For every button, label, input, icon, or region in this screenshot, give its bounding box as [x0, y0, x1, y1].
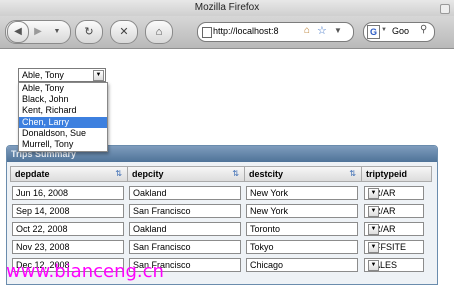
employee-select[interactable]: Able, Tony ▼	[18, 68, 106, 82]
cell-value: Oct 22, 2008	[16, 224, 68, 234]
dropdown-option[interactable]: Murrell, Tony	[19, 139, 107, 150]
stop-button[interactable]: ✕	[110, 20, 138, 44]
toolbar-toggle-button[interactable]	[440, 4, 450, 14]
trips-grid: depdate ⇅ depcity ⇅ destcity ⇅ triptypei…	[10, 166, 432, 272]
url-text[interactable]: http://localhost:8	[213, 26, 303, 36]
depcity-field[interactable]: Oakland	[129, 186, 241, 200]
triptype-select[interactable]: PR/AR ▼	[364, 222, 424, 236]
destcity-field[interactable]: New York	[246, 204, 358, 218]
select-arrow-icon[interactable]: ▼	[368, 260, 379, 271]
select-arrow-icon[interactable]: ▼	[368, 206, 379, 217]
cell-value: Toronto	[250, 224, 281, 234]
grid-header: depdate ⇅ depcity ⇅ destcity ⇅ triptypei…	[10, 166, 432, 182]
table-row: Oct 22, 2008 Oakland Toronto PR/AR ▼	[10, 218, 432, 236]
dropdown-option-highlighted[interactable]: Chen, Larry	[19, 116, 107, 128]
table-row: Jun 16, 2008 Oakland New York PR/AR ▼	[10, 182, 432, 200]
history-dropdown-icon[interactable]: ▼	[50, 22, 64, 42]
cell-value: New York	[250, 206, 289, 216]
browser-toolbar: ◀ ▶ ▼ ↻ ✕ ⌂ http://localhost:8 ⌂ ☆ ▼ G ▼…	[0, 16, 454, 49]
destcity-field[interactable]: New York	[246, 186, 358, 200]
cell-value: Oakland	[133, 188, 167, 198]
depcity-field[interactable]: San Francisco	[129, 204, 241, 218]
page-content: Able, Tony ▼ Able, Tony Black, John Kent…	[0, 49, 454, 288]
depdate-field[interactable]: Nov 23, 2008	[12, 240, 124, 254]
depcity-field[interactable]: San Francisco	[129, 240, 241, 254]
sort-icon[interactable]: ⇅	[349, 169, 356, 178]
select-arrow-icon[interactable]: ▼	[368, 188, 379, 199]
table-row: Sep 14, 2008 San Francisco New York PR/A…	[10, 200, 432, 218]
triptype-select[interactable]: PR/AR ▼	[364, 204, 424, 218]
dropdown-option[interactable]: Black, John	[19, 94, 107, 105]
dropdown-option[interactable]: Kent, Richard	[19, 105, 107, 116]
depdate-field[interactable]: Sep 14, 2008	[12, 204, 124, 218]
column-header-triptypeid[interactable]: triptypeid	[362, 167, 432, 181]
sort-icon[interactable]: ⇅	[232, 169, 239, 178]
select-arrow-icon[interactable]: ▼	[368, 224, 379, 235]
select-arrow-icon[interactable]: ▼	[368, 242, 379, 253]
triptype-select[interactable]: PR/AR ▼	[364, 186, 424, 200]
column-header-label: triptypeid	[366, 169, 408, 179]
depdate-field[interactable]: Jun 16, 2008	[12, 186, 124, 200]
column-header-label: destcity	[249, 169, 284, 179]
search-input[interactable]: Goo	[392, 26, 409, 36]
engine-dropdown-icon[interactable]: ▼	[381, 27, 387, 33]
watermark-text: www.bianceng.cn	[6, 261, 164, 282]
column-header-depcity[interactable]: depcity ⇅	[128, 167, 245, 181]
triptype-select[interactable]: SALES ▼	[364, 258, 424, 272]
search-bar[interactable]: G ▼ Goo ⚲	[363, 22, 435, 42]
google-engine-icon[interactable]: G	[367, 25, 380, 39]
url-bar[interactable]: http://localhost:8 ⌂ ☆ ▼	[197, 22, 354, 42]
reload-button[interactable]: ↻	[75, 20, 103, 44]
destcity-field[interactable]: Chicago	[246, 258, 358, 272]
window-title: Mozilla Firefox	[194, 2, 260, 13]
depcity-field[interactable]: Oakland	[129, 222, 241, 236]
employee-dropdown-list: Able, Tony Black, John Kent, Richard Che…	[18, 82, 108, 152]
select-arrow-icon[interactable]: ▼	[93, 70, 104, 81]
column-header-label: depcity	[132, 169, 164, 179]
cell-value: New York	[250, 188, 289, 198]
dropdown-option[interactable]: Donaldson, Sue	[19, 128, 107, 139]
site-home-icon: ⌂	[304, 25, 311, 36]
cell-value: Jun 16, 2008	[16, 188, 69, 198]
window-titlebar: Mozilla Firefox	[0, 0, 454, 16]
forward-button[interactable]: ▶	[28, 22, 48, 42]
sort-icon[interactable]: ⇅	[115, 169, 122, 178]
cell-value: Sep 14, 2008	[16, 206, 70, 216]
triptype-select[interactable]: OFFSITE ▼	[364, 240, 424, 254]
column-header-label: depdate	[15, 169, 50, 179]
search-magnifier-icon[interactable]: ⚲	[420, 24, 427, 35]
cell-value: Chicago	[250, 260, 284, 270]
depdate-field[interactable]: Oct 22, 2008	[12, 222, 124, 236]
employee-select-value: Able, Tony	[22, 70, 64, 80]
destcity-field[interactable]: Toronto	[246, 222, 358, 236]
bookmark-star-icon[interactable]: ☆	[317, 24, 327, 37]
url-dropdown-icon[interactable]: ▼	[334, 26, 342, 35]
cell-value: Nov 23, 2008	[16, 242, 70, 252]
back-button[interactable]: ◀	[7, 21, 29, 43]
cell-value: Tokyo	[250, 242, 274, 252]
destcity-field[interactable]: Tokyo	[246, 240, 358, 254]
cell-value: Oakland	[133, 224, 167, 234]
column-header-destcity[interactable]: destcity ⇅	[245, 167, 362, 181]
home-button[interactable]: ⌂	[145, 20, 173, 44]
cell-value: San Francisco	[133, 242, 191, 252]
nav-button-group: ◀ ▶ ▼	[5, 20, 71, 44]
dropdown-option[interactable]: Able, Tony	[19, 83, 107, 94]
table-row: Nov 23, 2008 San Francisco Tokyo OFFSITE…	[10, 236, 432, 254]
cell-value: San Francisco	[133, 206, 191, 216]
column-header-depdate[interactable]: depdate ⇅	[11, 167, 128, 181]
page-icon	[202, 27, 212, 38]
